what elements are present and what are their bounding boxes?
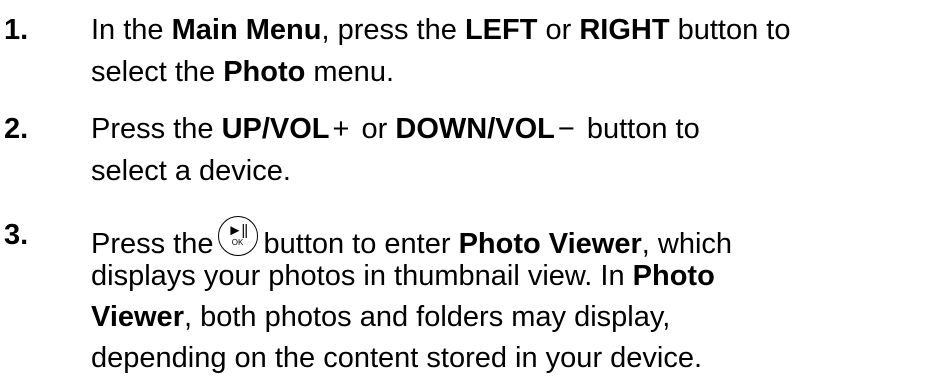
menu-name: Photo <box>223 56 306 88</box>
step-text-line: Press the UP/VOL + or DOWN/VOL − button to <box>91 113 700 145</box>
step-text-line: Viewer, both photos and folders may disp… <box>91 301 671 333</box>
button-name: UP/VOL <box>221 113 330 145</box>
menu-name: Main Menu <box>171 14 322 46</box>
app-name: Photo <box>632 260 715 292</box>
app-name: Viewer <box>91 301 184 333</box>
step-number: 3. <box>4 219 29 251</box>
step-number: 1. <box>4 14 29 46</box>
step-text-line: Press the ►|| OK button to enter Photo View… <box>91 216 732 263</box>
button-name: LEFT <box>464 14 538 46</box>
step-text-line: displays your photos in thumbnail view. … <box>91 260 715 292</box>
plus-symbol: + <box>332 113 350 145</box>
ok-label: OK <box>231 238 244 247</box>
step-text-line: select a device. <box>91 155 291 187</box>
step-text-line: select the Photo menu. <box>91 56 395 88</box>
play-pause-glyph: ►|| <box>227 222 249 239</box>
app-name: Photo Viewer <box>458 228 642 260</box>
step-text-line: In the Main Menu, press the LEFT or RIGH… <box>91 14 791 46</box>
minus-symbol: − <box>557 113 575 145</box>
button-name: DOWN/VOL <box>395 113 555 145</box>
play-pause-ok-icon: ►|| OK <box>217 216 258 256</box>
step-number: 2. <box>4 113 29 145</box>
step-text-line: depending on the content stored in your … <box>91 342 703 374</box>
button-name: RIGHT <box>579 14 670 46</box>
